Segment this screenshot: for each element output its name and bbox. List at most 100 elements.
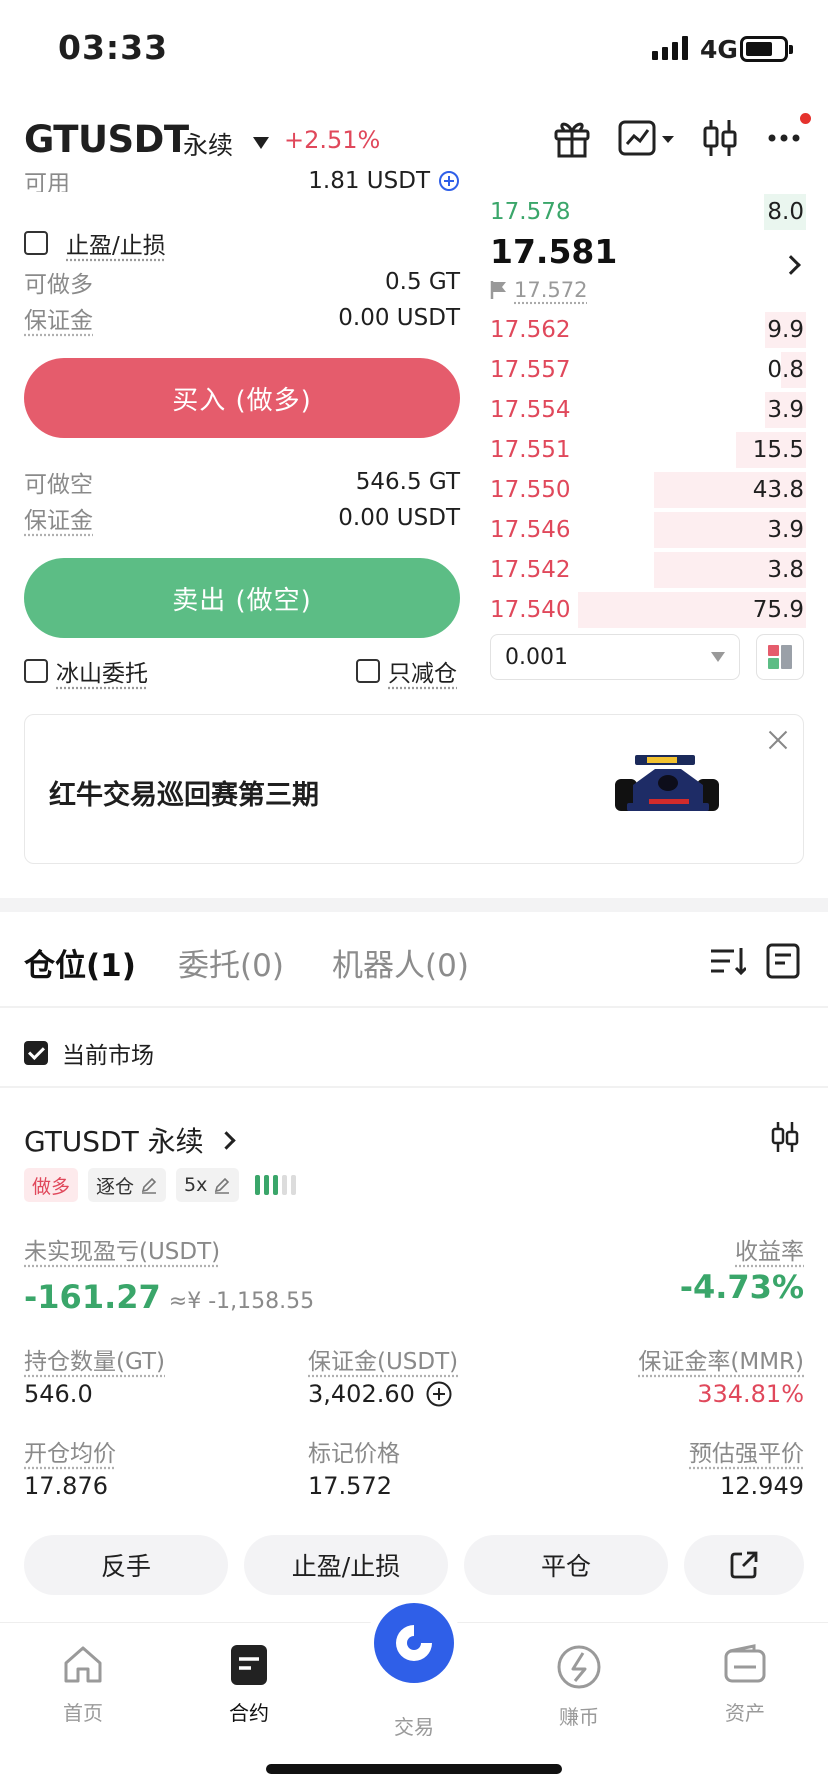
chevron-right-icon[interactable]	[781, 255, 801, 275]
reduce-only-checkbox[interactable]	[356, 659, 380, 683]
roe-label: 收益率	[735, 1239, 804, 1265]
current-market-label: 当前市场	[62, 1043, 154, 1069]
tab-bots[interactable]: 机器人(0)	[332, 940, 469, 985]
reverse-button[interactable]: 反手	[24, 1535, 228, 1595]
orderbook-row[interactable]: 17.540 75.9	[490, 590, 806, 630]
current-market-filter[interactable]: 当前市场	[24, 1036, 154, 1070]
close-position-button[interactable]: 平仓	[464, 1535, 668, 1595]
orderbook-price: 17.578	[490, 199, 571, 225]
close-icon[interactable]	[767, 729, 789, 751]
orderbook-top-buy: 17.578 8.0	[490, 192, 806, 232]
network-label: 4G	[700, 35, 738, 64]
candlestick-icon[interactable]	[770, 1120, 800, 1154]
margin-value-row: 3,402.60	[308, 1380, 453, 1408]
available-row: 可用 1.81 USDT	[24, 170, 460, 192]
sell-short-button[interactable]: 卖出 (做空)	[24, 558, 460, 638]
transfer-plus-icon[interactable]	[438, 170, 460, 192]
section-divider	[0, 898, 828, 912]
battery-icon	[740, 36, 793, 62]
orderbook-size: 43.8	[752, 477, 804, 503]
sort-icon[interactable]	[708, 942, 746, 980]
mark-price-row: 17.572	[490, 278, 587, 302]
long-max-label: 可做多	[24, 272, 93, 298]
position-title[interactable]: GTUSDT 永续	[24, 1120, 236, 1160]
mmr-value: 334.81%	[697, 1380, 804, 1408]
liq-label: 预估强平价	[689, 1441, 804, 1467]
margin-mode-tag[interactable]: 逐仓	[88, 1168, 167, 1202]
nav-earn[interactable]: 赚币	[524, 1643, 634, 1730]
short-max-value: 546.5 GT	[355, 469, 460, 495]
pnl-cny-value: ≈¥ -1,158.55	[168, 1289, 315, 1314]
iceberg-label: 冰山委托	[56, 661, 148, 687]
position-pair: GTUSDT 永续	[24, 1125, 204, 1158]
orderbook-row[interactable]: 17.554 3.9	[490, 390, 806, 430]
orderbook-size: 3.9	[767, 517, 804, 543]
tab-orders[interactable]: 委托(0)	[178, 940, 284, 985]
chart-switch-icon[interactable]	[618, 116, 678, 160]
divider	[0, 1086, 828, 1088]
nav-home[interactable]: 首页	[28, 1643, 138, 1726]
orderbook-layout-icon	[768, 645, 792, 669]
share-icon	[730, 1551, 758, 1579]
orderbook-row[interactable]: 17.578 8.0	[490, 192, 806, 232]
tpsl-button[interactable]: 止盈/止损	[244, 1535, 448, 1595]
chevron-right-icon	[216, 1130, 236, 1150]
orderbook-size: 8.0	[767, 199, 804, 225]
mmr-label: 保证金率(MMR)	[638, 1349, 804, 1375]
pair-title[interactable]: GTUSDT	[24, 118, 189, 161]
nav-trade-label: 交易	[394, 1715, 434, 1739]
nav-trade-button[interactable]	[374, 1603, 454, 1683]
history-icon[interactable]	[764, 942, 802, 980]
candlestick-icon[interactable]	[700, 116, 740, 160]
current-market-checkbox[interactable]	[24, 1041, 48, 1065]
signal-icon	[652, 36, 688, 60]
status-bar: 03:33 4G	[0, 0, 828, 100]
positions-tabs: 仓位(1) 委托(0) 机器人(0)	[0, 912, 828, 1008]
edit-icon	[141, 1177, 157, 1194]
leverage-label: 5x	[184, 1174, 208, 1196]
contract-type[interactable]: 永续	[183, 126, 233, 162]
leverage-tag[interactable]: 5x	[176, 1168, 240, 1202]
iceberg-checkbox-row[interactable]: 冰山委托	[24, 654, 148, 688]
available-label: 可用	[24, 171, 70, 192]
orderbook-layout-button[interactable]	[756, 634, 804, 680]
chevron-down-icon[interactable]	[253, 137, 269, 149]
nav-assets-label: 资产	[725, 1701, 765, 1725]
long-max-value: 0.5 GT	[385, 269, 460, 295]
promo-banner[interactable]: 红牛交易巡回赛第三期	[24, 714, 804, 864]
nav-assets[interactable]: 资产	[690, 1643, 800, 1726]
notification-dot	[800, 113, 811, 124]
status-time: 03:33	[58, 28, 169, 67]
orderbook-price: 17.550	[490, 477, 571, 503]
precision-value: 0.001	[505, 644, 568, 670]
tpsl-checkbox[interactable]	[24, 231, 48, 255]
orderbook-row[interactable]: 17.551 15.5	[490, 430, 806, 470]
reduce-only-checkbox-row[interactable]: 只减仓	[356, 654, 457, 688]
orderbook-row[interactable]: 17.550 43.8	[490, 470, 806, 510]
tpsl-checkbox-row[interactable]: 止盈/止损	[24, 226, 166, 260]
orderbook-row[interactable]: 17.557 0.8	[490, 350, 806, 390]
long-max-row: 可做多 0.5 GT	[24, 266, 460, 298]
mark-label: 标记价格	[308, 1441, 400, 1467]
orderbook-row[interactable]: 17.546 3.9	[490, 510, 806, 550]
add-margin-icon[interactable]	[425, 1380, 453, 1408]
share-button[interactable]	[684, 1535, 804, 1595]
orderbook-price: 17.562	[490, 317, 571, 343]
short-margin-row: 保证金 0.00 USDT	[24, 502, 460, 534]
buy-long-button[interactable]: 买入 (做多)	[24, 358, 460, 438]
tab-positions[interactable]: 仓位(1)	[24, 940, 136, 985]
iceberg-checkbox[interactable]	[24, 659, 48, 683]
mark-value: 17.572	[308, 1472, 392, 1500]
long-margin-value: 0.00 USDT	[338, 305, 460, 331]
gift-icon[interactable]	[552, 116, 592, 160]
orderbook-row[interactable]: 17.542 3.8	[490, 550, 806, 590]
orderbook-row[interactable]: 17.562 9.9	[490, 310, 806, 350]
flag-icon	[490, 281, 506, 299]
precision-select[interactable]: 0.001	[490, 634, 740, 680]
race-car-image	[615, 755, 719, 811]
orderbook-price: 17.546	[490, 517, 571, 543]
nav-contract[interactable]: 合约	[194, 1643, 304, 1726]
header: GTUSDT 永续 +2.51%	[0, 108, 828, 176]
more-icon[interactable]	[764, 116, 804, 160]
long-margin-row: 保证金 0.00 USDT	[24, 302, 460, 334]
